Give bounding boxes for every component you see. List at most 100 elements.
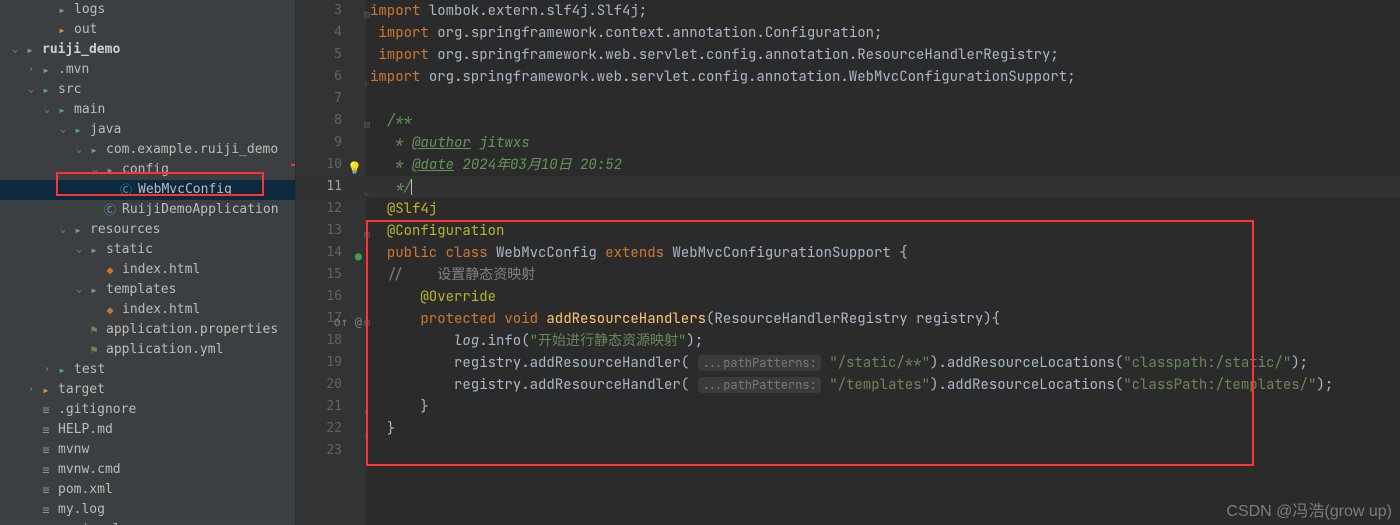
tree-item-index-html[interactable]: ◆index.html [0, 300, 295, 320]
chevron-icon[interactable]: ⌄ [24, 80, 38, 100]
folder-icon: ▸ [86, 282, 102, 298]
tree-item-mvnw-cmd[interactable]: ≡mvnw.cmd [0, 460, 295, 480]
tree-item-mvnw[interactable]: ≡mvnw [0, 440, 295, 460]
chevron-icon[interactable]: ⌄ [40, 100, 54, 120]
chevron-icon[interactable]: ⌄ [72, 140, 86, 160]
gutter-line-19[interactable]: 19 [296, 352, 366, 374]
tree-item-label: WebMvcConfig [138, 180, 232, 200]
gutter-line-13[interactable]: 13 [296, 220, 366, 242]
gutter-line-21[interactable]: 21 [296, 396, 366, 418]
kw-import: import [370, 2, 429, 20]
tree-item-label: main [74, 100, 105, 120]
tree-item-label: target [58, 380, 105, 400]
gutter-line-23[interactable]: 23 [296, 440, 366, 462]
folder-icon: ▸ [54, 2, 70, 18]
gutter-line-11[interactable]: 11 [296, 176, 366, 198]
gutter-line-16[interactable]: 16 [296, 286, 366, 308]
editor-code-area[interactable]: ⊟import lombok.extern.slf4j.Slf4j; impor… [366, 0, 1400, 525]
folder-blue-icon: ▸ [38, 82, 54, 98]
gutter-line-20[interactable]: 20 [296, 374, 366, 396]
tree-item--gitignore[interactable]: ≡.gitignore [0, 400, 295, 420]
chevron-icon[interactable]: ⌄ [56, 120, 70, 140]
gutter-line-18[interactable]: 18 [296, 330, 366, 352]
file-icon: ≡ [38, 442, 54, 458]
gutter-line-4[interactable]: 4 [296, 22, 366, 44]
gutter-line-9[interactable]: 9 [296, 132, 366, 154]
marker-stripe [291, 164, 295, 166]
chevron-icon[interactable]: › [24, 60, 38, 80]
gutter-line-8[interactable]: 8 [296, 110, 366, 132]
folder-icon: ▸ [102, 162, 118, 178]
tree-item-label: ruiji_demo [42, 40, 120, 60]
tree-item-my-log[interactable]: ≡my.log [0, 500, 295, 520]
tree-item-src[interactable]: ⌄▸src [0, 80, 295, 100]
html-icon: ◆ [102, 262, 118, 278]
editor-gutter: 345678910💡11121314●151617o↑@181920212223 [296, 0, 366, 525]
tree-item-label: logs [74, 0, 105, 20]
tree-item-application-yml[interactable]: ⚑application.yml [0, 340, 295, 360]
tree-item-label: mvnw [58, 440, 89, 460]
tree-item-logs[interactable]: ▸logs [0, 0, 295, 20]
folder-blue-icon: ▸ [54, 102, 70, 118]
tree-item-target[interactable]: ›▸target [0, 380, 295, 400]
tree-item-java[interactable]: ⌄▸java [0, 120, 295, 140]
folder-icon: ▸ [86, 142, 102, 158]
tree-item-static[interactable]: ⌄▸static [0, 240, 295, 260]
chevron-icon[interactable]: ⌄ [8, 40, 22, 60]
java-class-icon: Ⓒ [118, 182, 134, 198]
tree-item-main[interactable]: ⌄▸main [0, 100, 295, 120]
chevron-icon[interactable]: ⌄ [88, 160, 102, 180]
folder-blue-icon: ▸ [70, 122, 86, 138]
tree-item-index-html[interactable]: ◆index.html [0, 260, 295, 280]
tree-item-out[interactable]: ▸out [0, 20, 295, 40]
yml-icon: ⚑ [86, 322, 102, 338]
tree-item--mvn[interactable]: ›▸.mvn [0, 60, 295, 80]
java-class-icon: Ⓒ [102, 202, 118, 218]
gutter-line-5[interactable]: 5 [296, 44, 366, 66]
gutter-line-3[interactable]: 3 [296, 0, 366, 22]
text-caret [411, 179, 412, 195]
tree-item-config[interactable]: ⌄▸config [0, 160, 295, 180]
folder-icon: ▸ [22, 42, 38, 58]
tree-item-spring-log[interactable]: ≡spring.log [0, 520, 295, 525]
file-icon: ≡ [38, 502, 54, 518]
gutter-line-6[interactable]: 6 [296, 66, 366, 88]
folder-blue-icon: ▸ [54, 362, 70, 378]
tree-item-help-md[interactable]: ≡HELP.md [0, 420, 295, 440]
tree-item-resources[interactable]: ⌄▸resources [0, 220, 295, 240]
tree-item-label: test [74, 360, 105, 380]
chevron-icon[interactable]: ⌄ [56, 220, 70, 240]
chevron-icon[interactable]: › [24, 380, 38, 400]
inlay-hint: ...pathPatterns: [698, 377, 821, 393]
tree-item-pom-xml[interactable]: ≡pom.xml [0, 480, 295, 500]
tree-item-label: templates [106, 280, 176, 300]
tree-item-label: out [74, 20, 97, 40]
chevron-icon[interactable]: ⌄ [72, 280, 86, 300]
gutter-line-12[interactable]: 12 [296, 198, 366, 220]
folder-orange-icon: ▸ [38, 382, 54, 398]
tree-item-ruiji-demo[interactable]: ⌄▸ruiji_demo [0, 40, 295, 60]
tree-item-label: .gitignore [58, 400, 136, 420]
chevron-icon[interactable]: › [40, 360, 54, 380]
code-editor[interactable]: 345678910💡11121314●151617o↑@181920212223… [296, 0, 1400, 525]
inlay-hint: ...pathPatterns: [698, 355, 821, 371]
tree-item-test[interactable]: ›▸test [0, 360, 295, 380]
gutter-line-14[interactable]: 14● [296, 242, 366, 264]
tree-item-application-properties[interactable]: ⚑application.properties [0, 320, 295, 340]
gutter-line-7[interactable]: 7 [296, 88, 366, 110]
tree-item-ruijidemoapplication[interactable]: ⒸRuijiDemoApplication [0, 200, 295, 220]
tree-item-label: mvnw.cmd [58, 460, 121, 480]
tree-item-label: .mvn [58, 60, 89, 80]
tree-item-label: application.yml [106, 340, 223, 360]
gutter-line-22[interactable]: 22 [296, 418, 366, 440]
gutter-line-10[interactable]: 10💡 [296, 154, 366, 176]
tree-item-com-example-ruiji-demo[interactable]: ⌄▸com.example.ruiji_demo [0, 140, 295, 160]
chevron-icon[interactable]: ⌄ [72, 240, 86, 260]
gutter-line-15[interactable]: 15 [296, 264, 366, 286]
file-icon: ≡ [38, 482, 54, 498]
tree-item-templates[interactable]: ⌄▸templates [0, 280, 295, 300]
tree-item-label: pom.xml [58, 480, 113, 500]
tree-item-webmvcconfig[interactable]: ⒸWebMvcConfig [0, 180, 295, 200]
gutter-line-17[interactable]: 17o↑@ [296, 308, 366, 330]
tree-item-label: application.properties [106, 320, 278, 340]
